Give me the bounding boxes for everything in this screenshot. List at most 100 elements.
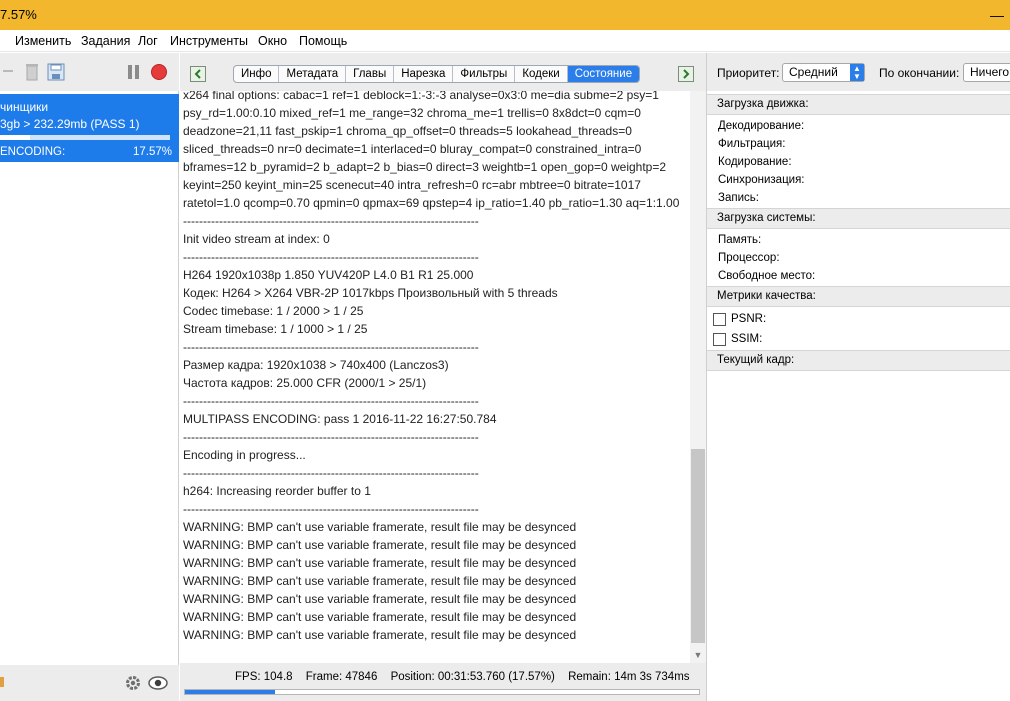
queue-toolbar bbox=[0, 53, 179, 91]
tab-codecs[interactable]: Кодеки bbox=[515, 66, 568, 82]
pause-icon[interactable] bbox=[126, 63, 144, 81]
log-line: Частота кадров: 25.000 CFR (2000/1 > 25/… bbox=[183, 376, 427, 390]
priority-select[interactable]: Средний ▲ ▼ bbox=[782, 63, 865, 82]
on-finish-label: По окончании: bbox=[879, 66, 960, 80]
encode-progress-bar bbox=[184, 689, 700, 695]
job-size: 3gb > 232.29mb (PASS 1) bbox=[0, 117, 140, 131]
tab-status[interactable]: Состояние bbox=[567, 66, 640, 82]
psnr-label: PSNR: bbox=[731, 313, 767, 325]
log-line: ratetol=1.0 qcomp=0.70 qpmin=0 qpmax=69 … bbox=[183, 196, 680, 210]
system-memory-label: Память: bbox=[718, 234, 762, 246]
minimize-button[interactable]: — bbox=[984, 0, 1010, 30]
ssim-label: SSIM: bbox=[731, 333, 763, 345]
log-line: Init video stream at index: 0 bbox=[183, 232, 330, 246]
engine-writing-label: Запись: bbox=[718, 192, 759, 204]
tab-metadata[interactable]: Метадата bbox=[279, 66, 347, 82]
log-view[interactable]: x264 final options: cabac=1 ref=1 debloc… bbox=[180, 91, 690, 663]
collapse-right-icon[interactable] bbox=[678, 66, 694, 82]
menu-window[interactable]: Окно bbox=[258, 34, 287, 48]
details-panel: Инфо Метадата Главы Нарезка Фильтры Коде… bbox=[180, 53, 706, 701]
log-line: x264 final options: cabac=1 ref=1 debloc… bbox=[183, 91, 659, 102]
current-frame-header: Текущий кадр: bbox=[707, 350, 1010, 371]
stop-icon[interactable] bbox=[150, 63, 168, 81]
remove-icon[interactable] bbox=[3, 70, 13, 72]
details-tabs: Инфо Метадата Главы Нарезка Фильтры Коде… bbox=[233, 65, 641, 83]
job-name: чинщики bbox=[0, 100, 49, 114]
log-line: WARNING: BMP can't use variable framerat… bbox=[183, 520, 577, 534]
log-line: ----------------------------------------… bbox=[183, 430, 479, 444]
log-line: ----------------------------------------… bbox=[183, 214, 479, 228]
position-value: Position: 00:31:53.760 (17.57%) bbox=[390, 671, 555, 683]
tab-cutting[interactable]: Нарезка bbox=[394, 66, 454, 82]
title-bar: 7.57% — bbox=[0, 0, 1010, 30]
log-line: WARNING: BMP can't use variable framerat… bbox=[183, 610, 577, 624]
log-line: bframes=12 b_pyramid=2 b_adapt=2 b_bias=… bbox=[183, 160, 667, 174]
system-free-space-label: Свободное место: bbox=[718, 270, 816, 282]
save-icon[interactable] bbox=[47, 63, 65, 81]
ssim-checkbox[interactable] bbox=[713, 333, 726, 346]
log-line: WARNING: BMP can't use variable framerat… bbox=[183, 556, 577, 570]
log-line: keyint=250 keyint_min=25 scenecut=40 int… bbox=[183, 178, 641, 192]
monitor-panel: Приоритет: Средний ▲ ▼ По окончании: Ниче… bbox=[706, 53, 1010, 701]
priority-label: Приоритет: bbox=[717, 66, 780, 80]
log-line: h264: Increasing reorder buffer to 1 bbox=[183, 484, 371, 498]
on-finish-select[interactable]: Ничего bbox=[963, 63, 1010, 82]
log-line: Stream timebase: 1 / 1000 > 1 / 25 bbox=[183, 322, 368, 336]
chevron-updown-icon: ▲ ▼ bbox=[850, 64, 864, 81]
scrollbar-thumb[interactable] bbox=[691, 449, 705, 643]
scroll-down-arrow-icon[interactable]: ▼ bbox=[690, 648, 706, 662]
menu-jobs[interactable]: Задания bbox=[81, 34, 130, 48]
window-title: 7.57% bbox=[0, 7, 37, 22]
job-queue-panel: чинщики 3gb > 232.29mb (PASS 1) ENCODING… bbox=[0, 53, 179, 701]
psnr-checkbox[interactable] bbox=[713, 313, 726, 326]
tab-filters[interactable]: Фильтры bbox=[453, 66, 516, 82]
log-scrollbar[interactable]: ▼ bbox=[690, 91, 706, 663]
log-line: WARNING: BMP can't use variable framerat… bbox=[183, 592, 577, 606]
log-line: ----------------------------------------… bbox=[183, 340, 479, 354]
job-status: ENCODING: bbox=[0, 146, 66, 158]
collapse-left-icon[interactable] bbox=[190, 66, 206, 82]
encode-status-bar: FPS: 104.8 Frame: 47846 Position: 00:31:… bbox=[180, 663, 706, 701]
log-line: WARNING: BMP can't use variable framerat… bbox=[183, 628, 577, 642]
log-line: H264 1920x1038p 1.850 YUV420P L4.0 B1 R1… bbox=[183, 268, 474, 282]
log-line: ----------------------------------------… bbox=[183, 394, 479, 408]
log-line: psy_rd=1.00:0.10 mixed_ref=1 me_range=32… bbox=[183, 106, 641, 120]
log-line: deadzone=21,11 fast_pskip=1 chroma_qp_of… bbox=[183, 124, 632, 138]
log-line: WARNING: BMP can't use variable framerat… bbox=[183, 538, 577, 552]
log-line: MULTIPASS ENCODING: pass 1 2016-11-22 16… bbox=[183, 412, 497, 426]
engine-decoding-label: Декодирование: bbox=[718, 120, 805, 132]
job-item-selected[interactable]: чинщики 3gb > 232.29mb (PASS 1) ENCODING… bbox=[0, 94, 179, 162]
system-cpu-label: Процессор: bbox=[718, 252, 780, 264]
job-percent: 17.57% bbox=[132, 146, 172, 158]
menu-bar: Изменить Задания Лог Инструменты Окно По… bbox=[0, 30, 1010, 52]
engine-encoding-label: Кодирование: bbox=[718, 156, 792, 168]
queue-bottom-bar bbox=[0, 665, 179, 701]
edit-icon[interactable] bbox=[0, 677, 4, 687]
menu-edit[interactable]: Изменить bbox=[15, 34, 71, 48]
log-line: Encoding in progress... bbox=[183, 448, 306, 462]
trash-icon[interactable] bbox=[25, 63, 43, 81]
remain-value: Remain: 14m 3s 734ms bbox=[568, 671, 690, 683]
log-line: Кодек: H264 > X264 VBR-2P 1017kbps Произ… bbox=[183, 286, 558, 300]
log-line: ----------------------------------------… bbox=[183, 502, 479, 516]
menu-log[interactable]: Лог bbox=[138, 34, 158, 48]
log-line: ----------------------------------------… bbox=[183, 466, 479, 480]
priority-value: Средний bbox=[789, 65, 838, 79]
engine-load-header: Загрузка движка: bbox=[707, 94, 1010, 115]
fps-value: FPS: 104.8 bbox=[235, 671, 293, 683]
tab-chapters[interactable]: Главы bbox=[346, 66, 395, 82]
frame-value: Frame: 47846 bbox=[305, 671, 378, 683]
system-load-header: Загрузка системы: bbox=[707, 208, 1010, 229]
menu-help[interactable]: Помощь bbox=[299, 34, 347, 48]
log-line: WARNING: BMP can't use variable framerat… bbox=[183, 574, 577, 588]
preview-eye-icon[interactable] bbox=[148, 675, 168, 694]
settings-gear-icon[interactable] bbox=[124, 674, 142, 695]
log-line: Codec timebase: 1 / 2000 > 1 / 25 bbox=[183, 304, 364, 318]
details-tabs-bar: Инфо Метадата Главы Нарезка Фильтры Коде… bbox=[180, 53, 706, 91]
log-line: sliced_threads=0 nr=0 decimate=1 interla… bbox=[183, 142, 642, 156]
tab-info[interactable]: Инфо bbox=[234, 66, 280, 82]
engine-sync-label: Синхронизация: bbox=[718, 174, 805, 186]
log-line: ----------------------------------------… bbox=[183, 250, 479, 264]
on-finish-value: Ничего bbox=[970, 65, 1010, 79]
menu-tools[interactable]: Инструменты bbox=[170, 34, 248, 48]
